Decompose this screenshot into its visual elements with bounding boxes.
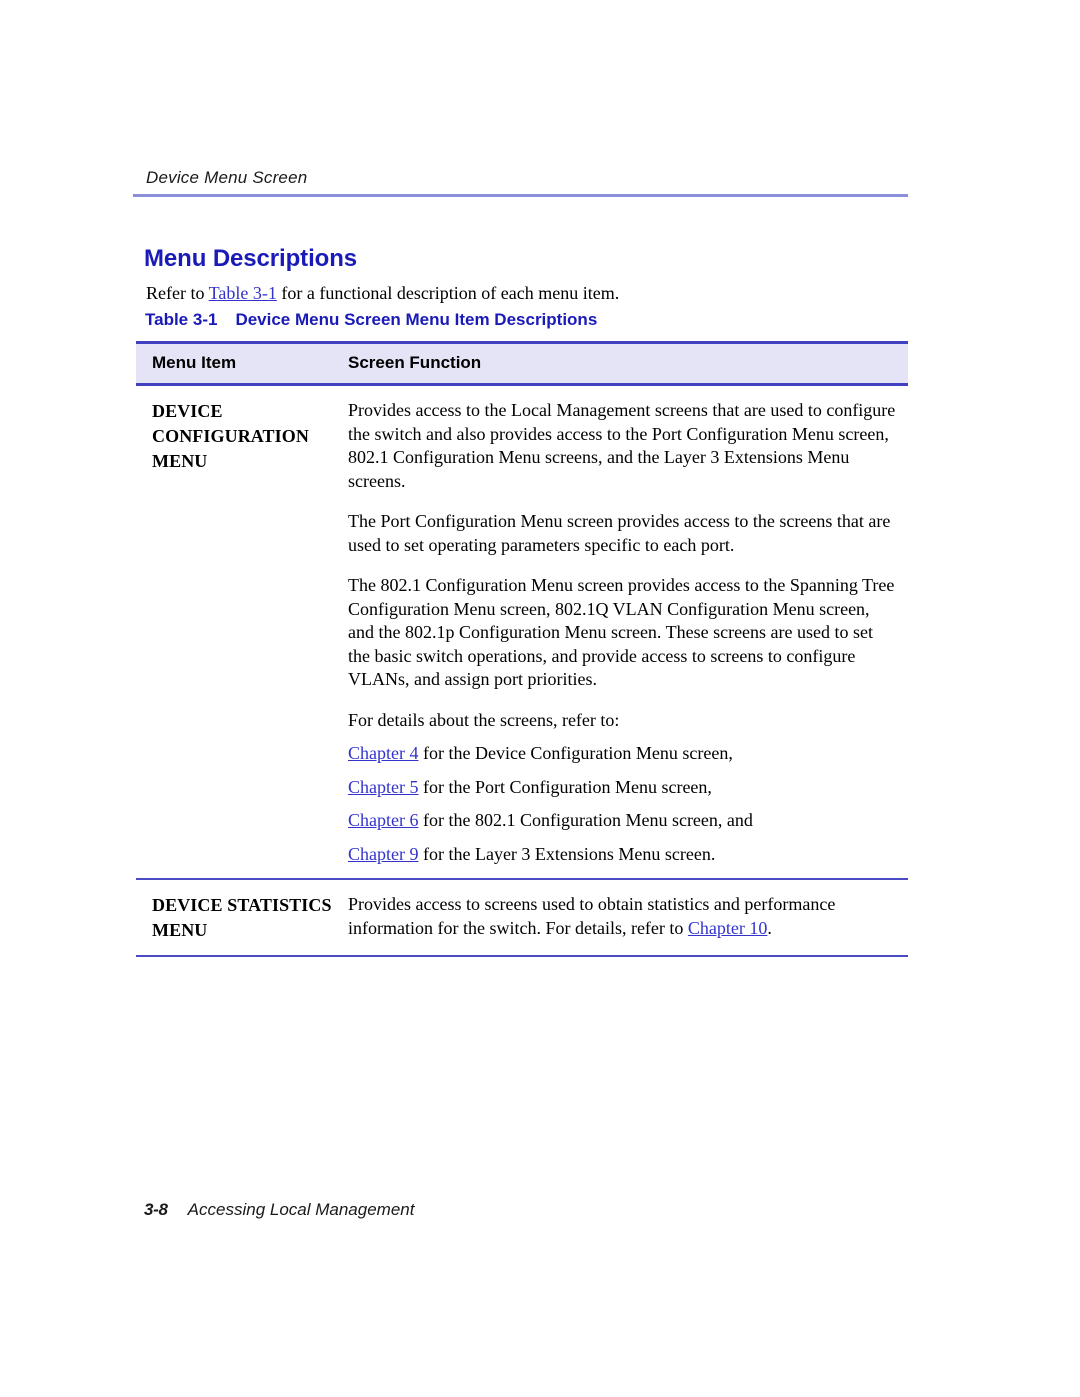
intro-text-before: Refer to <box>146 283 209 303</box>
intro-paragraph: Refer to Table 3-1 for a functional desc… <box>146 281 619 305</box>
screen-function-cell: Provides access to screens used to obtai… <box>344 893 908 940</box>
table-row: DEVICE STATISTICS MENU Provides access t… <box>136 880 908 955</box>
footer-page-number: 3-8 <box>144 1200 168 1219</box>
screen-function-cell: Provides access to the Local Management … <box>344 399 908 866</box>
function-text-after: . <box>767 917 772 938</box>
function-paragraph: The 802.1 Configuration Menu screen prov… <box>348 575 895 689</box>
chapter-4-link[interactable]: Chapter 4 <box>348 743 418 763</box>
chapter-reference-line: Chapter 9 for the Layer 3 Extensions Men… <box>348 843 896 867</box>
chapter-reference-line: Chapter 5 for the Port Configuration Men… <box>348 776 896 800</box>
function-paragraph: Provides access to screens used to obtai… <box>348 893 896 940</box>
function-paragraph: Provides access to the Local Management … <box>348 400 896 491</box>
menu-item-descriptions-table: Menu Item Screen Function DEVICE CONFIGU… <box>136 341 908 957</box>
function-paragraph: For details about the screens, refer to: <box>348 709 620 730</box>
running-header: Device Menu Screen <box>146 168 308 187</box>
table-3-1-link[interactable]: Table 3-1 <box>209 283 277 303</box>
chapter-reference-text: for the Layer 3 Extensions Menu screen. <box>418 843 716 864</box>
page-footer: 3-8 Accessing Local Management <box>144 1200 414 1220</box>
chapter-reference-text: for the Device Configuration Menu screen… <box>418 743 733 763</box>
table-bottom-rule <box>136 955 908 957</box>
document-page: Device Menu Screen Menu Descriptions Ref… <box>0 0 1080 1397</box>
menu-item-name: DEVICE CONFIGURATION MENU <box>152 401 309 471</box>
footer-label: Accessing Local Management <box>187 1200 415 1219</box>
chapter-reference-line: Chapter 6 for the 802.1 Configuration Me… <box>348 809 896 833</box>
table-caption-title: Device Menu Screen Menu Item Description… <box>235 310 598 329</box>
column-header-menu-item: Menu Item <box>152 353 237 372</box>
table-caption: Table 3-1 Device Menu Screen Menu Item De… <box>145 310 597 330</box>
chapter-6-link[interactable]: Chapter 6 <box>348 810 418 830</box>
chapter-5-link[interactable]: Chapter 5 <box>348 777 418 797</box>
chapter-reference-text: for the 802.1 Configuration Menu screen,… <box>418 810 753 830</box>
chapter-reference-text: for the Port Configuration Menu screen, <box>418 776 712 797</box>
table-row: DEVICE CONFIGURATION MENU Provides acces… <box>136 386 908 878</box>
header-divider-rule <box>133 194 908 197</box>
intro-text-after: for a functional description of each men… <box>276 283 620 303</box>
function-paragraph: The Port Configuration Menu screen provi… <box>348 511 891 555</box>
menu-item-name: DEVICE STATISTICS MENU <box>152 895 332 940</box>
chapter-9-link[interactable]: Chapter 9 <box>348 844 418 864</box>
column-header-screen-function: Screen Function <box>348 353 482 372</box>
page-title: Menu Descriptions <box>144 245 357 273</box>
chapter-10-link[interactable]: Chapter 10 <box>688 918 767 938</box>
table-header-row: Menu Item Screen Function <box>136 344 908 383</box>
chapter-reference-line: Chapter 4 for the Device Configuration M… <box>348 742 896 766</box>
table-caption-number: Table 3-1 <box>145 310 218 329</box>
